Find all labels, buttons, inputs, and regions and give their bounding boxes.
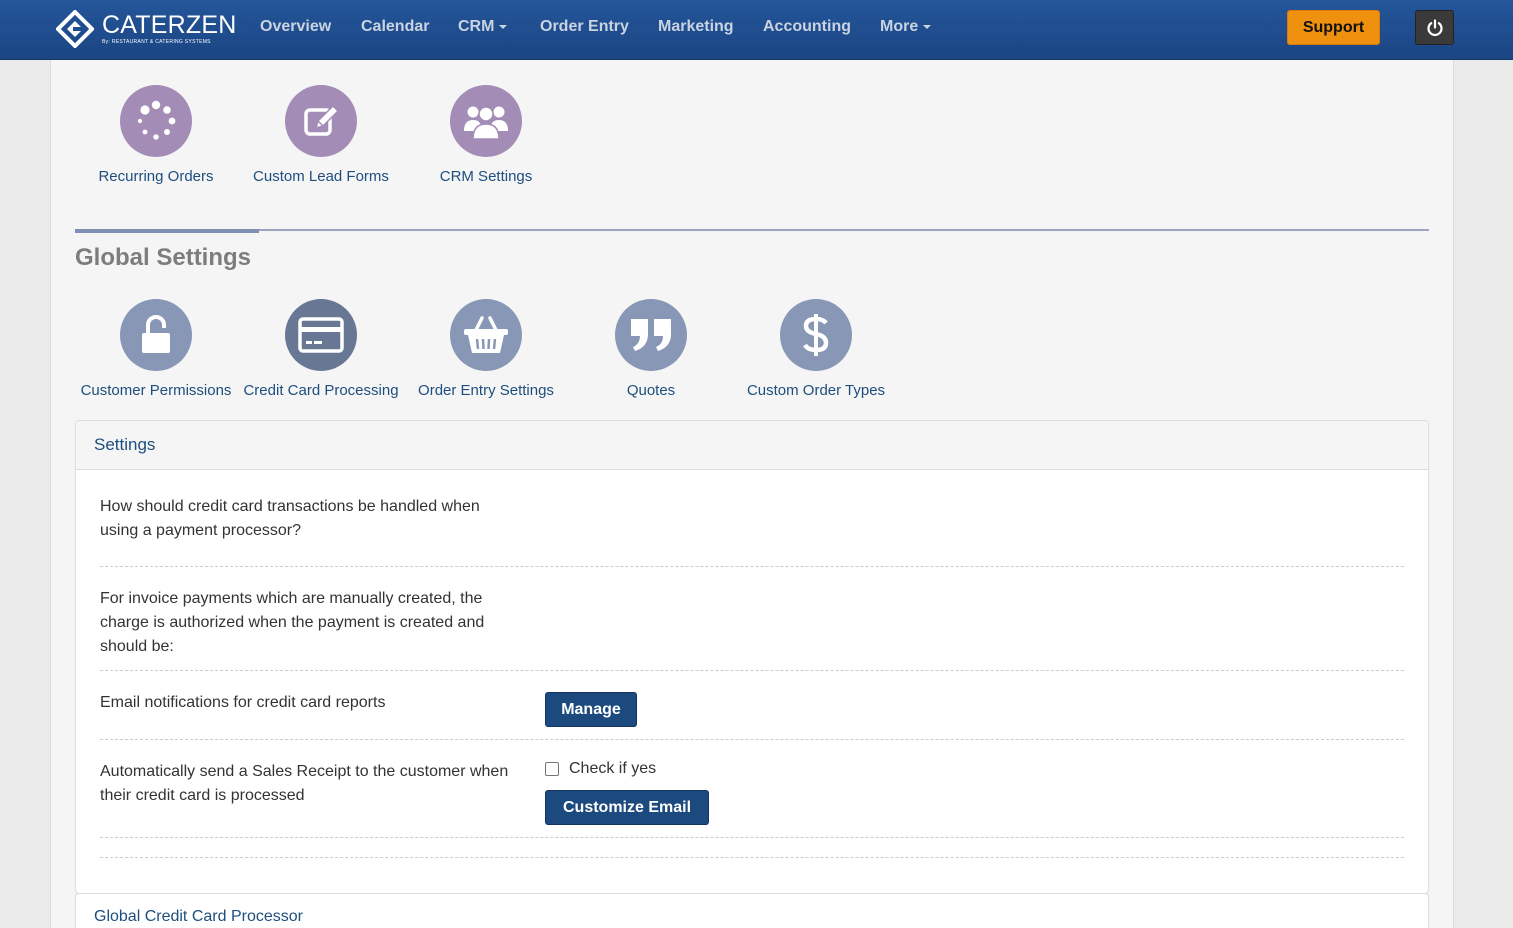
- loading-dots-icon: [137, 100, 176, 140]
- caterzen-logo-icon: [55, 9, 95, 49]
- brand-tagline: By: RESTAURANT & CATERING SYSTEMS: [102, 39, 211, 45]
- nav-crm[interactable]: CRM: [458, 18, 508, 36]
- setting-label: For invoice payments which are manually …: [100, 590, 485, 655]
- top-navbar: CATERZEN By: RESTAURANT & CATERING SYSTE…: [0, 0, 1513, 60]
- caterzen-logo[interactable]: CATERZEN By: RESTAURANT & CATERING SYSTE…: [55, 9, 237, 49]
- tile-custom-order-types[interactable]: Custom Order Types: [736, 299, 896, 399]
- tile-crm-settings[interactable]: CRM Settings: [406, 85, 566, 185]
- settings-panel: Settings How should credit card transact…: [75, 420, 1429, 894]
- caret-down-icon: [499, 24, 508, 29]
- customize-email-button[interactable]: Customize Email: [545, 790, 709, 825]
- dollar-icon: [803, 314, 829, 356]
- tile-custom-lead-forms[interactable]: Custom Lead Forms: [241, 85, 401, 185]
- logout-button[interactable]: [1415, 10, 1454, 45]
- tile-label: Order Entry Settings: [418, 382, 554, 399]
- checkbox-label: Check if yes: [569, 760, 657, 777]
- global-cc-processor-title[interactable]: Global Credit Card Processor: [76, 894, 1428, 928]
- manage-button[interactable]: Manage: [545, 692, 637, 727]
- nav-overview[interactable]: Overview: [260, 18, 331, 36]
- setting-label: Automatically send a Sales Receipt to th…: [100, 763, 509, 804]
- power-icon: [1426, 18, 1443, 36]
- setting-row: For invoice payments which are manually …: [100, 567, 1404, 671]
- sales-receipt-checkbox[interactable]: [545, 762, 559, 776]
- users-group-icon: [464, 106, 508, 140]
- tile-label: CRM Settings: [439, 168, 533, 185]
- sales-receipt-checkbox-group[interactable]: Check if yes: [545, 760, 656, 778]
- unlock-icon: [142, 315, 170, 353]
- setting-label: How should credit card transactions be h…: [100, 498, 480, 539]
- credit-card-icon: [298, 317, 344, 353]
- setting-row: Email notifications for credit card repo…: [100, 671, 1404, 740]
- tile-label: Credit Card Processing: [243, 382, 399, 399]
- setting-label: Email notifications for credit card repo…: [100, 694, 386, 711]
- global-settings-title: Global Settings: [75, 244, 252, 271]
- settings-panel-title[interactable]: Settings: [76, 421, 1428, 470]
- setting-row-empty: [100, 838, 1404, 858]
- basket-icon: [464, 316, 508, 353]
- brand-name: CATERZEN: [102, 11, 237, 39]
- tile-label: Custom Lead Forms: [253, 168, 389, 185]
- tile-recurring-orders[interactable]: Recurring Orders: [76, 85, 236, 185]
- nav-marketing[interactable]: Marketing: [658, 18, 734, 36]
- setting-row: How should credit card transactions be h…: [100, 495, 1404, 567]
- quote-icon: [631, 319, 671, 351]
- nav-accounting[interactable]: Accounting: [763, 18, 851, 36]
- main-content: Recurring Orders Custom Lead Forms CRM S…: [50, 60, 1454, 928]
- tile-label: Recurring Orders: [98, 168, 214, 185]
- tile-label: Quotes: [626, 382, 676, 399]
- nav-calendar[interactable]: Calendar: [361, 18, 429, 36]
- tile-order-entry-settings[interactable]: Order Entry Settings: [406, 299, 566, 399]
- section-divider: [75, 229, 1429, 231]
- caret-down-icon: [923, 24, 932, 29]
- edit-icon: [304, 104, 340, 136]
- setting-row: Automatically send a Sales Receipt to th…: [100, 740, 1404, 838]
- tile-quotes[interactable]: Quotes: [571, 299, 731, 399]
- tile-credit-card-processing[interactable]: Credit Card Processing: [241, 299, 401, 399]
- global-cc-processor-panel: Global Credit Card Processor: [75, 893, 1429, 928]
- section-divider-accent: [75, 229, 259, 233]
- nav-order-entry[interactable]: Order Entry: [540, 18, 629, 36]
- tile-label: Custom Order Types: [746, 382, 886, 399]
- tile-customer-permissions[interactable]: Customer Permissions: [76, 299, 236, 399]
- nav-more[interactable]: More: [880, 18, 932, 36]
- support-button[interactable]: Support: [1287, 10, 1380, 45]
- tile-label: Customer Permissions: [80, 382, 232, 399]
